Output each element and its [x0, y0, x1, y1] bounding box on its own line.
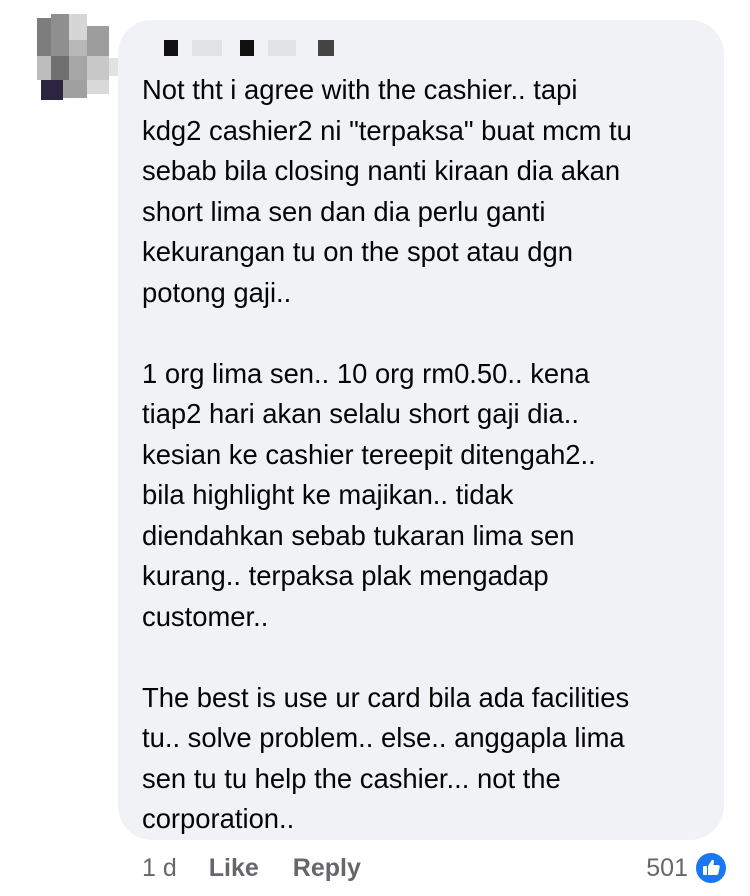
- comment-paragraph: 1 org lima sen.. 10 org rm0.50.. kena ti…: [142, 357, 596, 632]
- comment-actions: 1 d Like Reply: [142, 848, 395, 888]
- comment-timestamp[interactable]: 1 d: [142, 854, 177, 883]
- like-button[interactable]: Like: [209, 854, 259, 883]
- avatar[interactable]: [37, 14, 121, 104]
- comment-text: Not tht i agree with the cashier.. tapi …: [142, 70, 712, 840]
- author-name-redacted[interactable]: [140, 38, 400, 60]
- comment-screenshot: Not tht i agree with the cashier.. tapi …: [0, 0, 750, 896]
- comment-paragraph: The best is use ur card bila ada facilit…: [142, 681, 630, 835]
- reply-button[interactable]: Reply: [293, 854, 361, 883]
- reaction-summary[interactable]: 501: [646, 848, 728, 888]
- comment-paragraph: Not tht i agree with the cashier.. tapi …: [142, 74, 632, 308]
- reaction-count: 501: [646, 853, 688, 882]
- thumbs-up-like-icon: [694, 851, 728, 885]
